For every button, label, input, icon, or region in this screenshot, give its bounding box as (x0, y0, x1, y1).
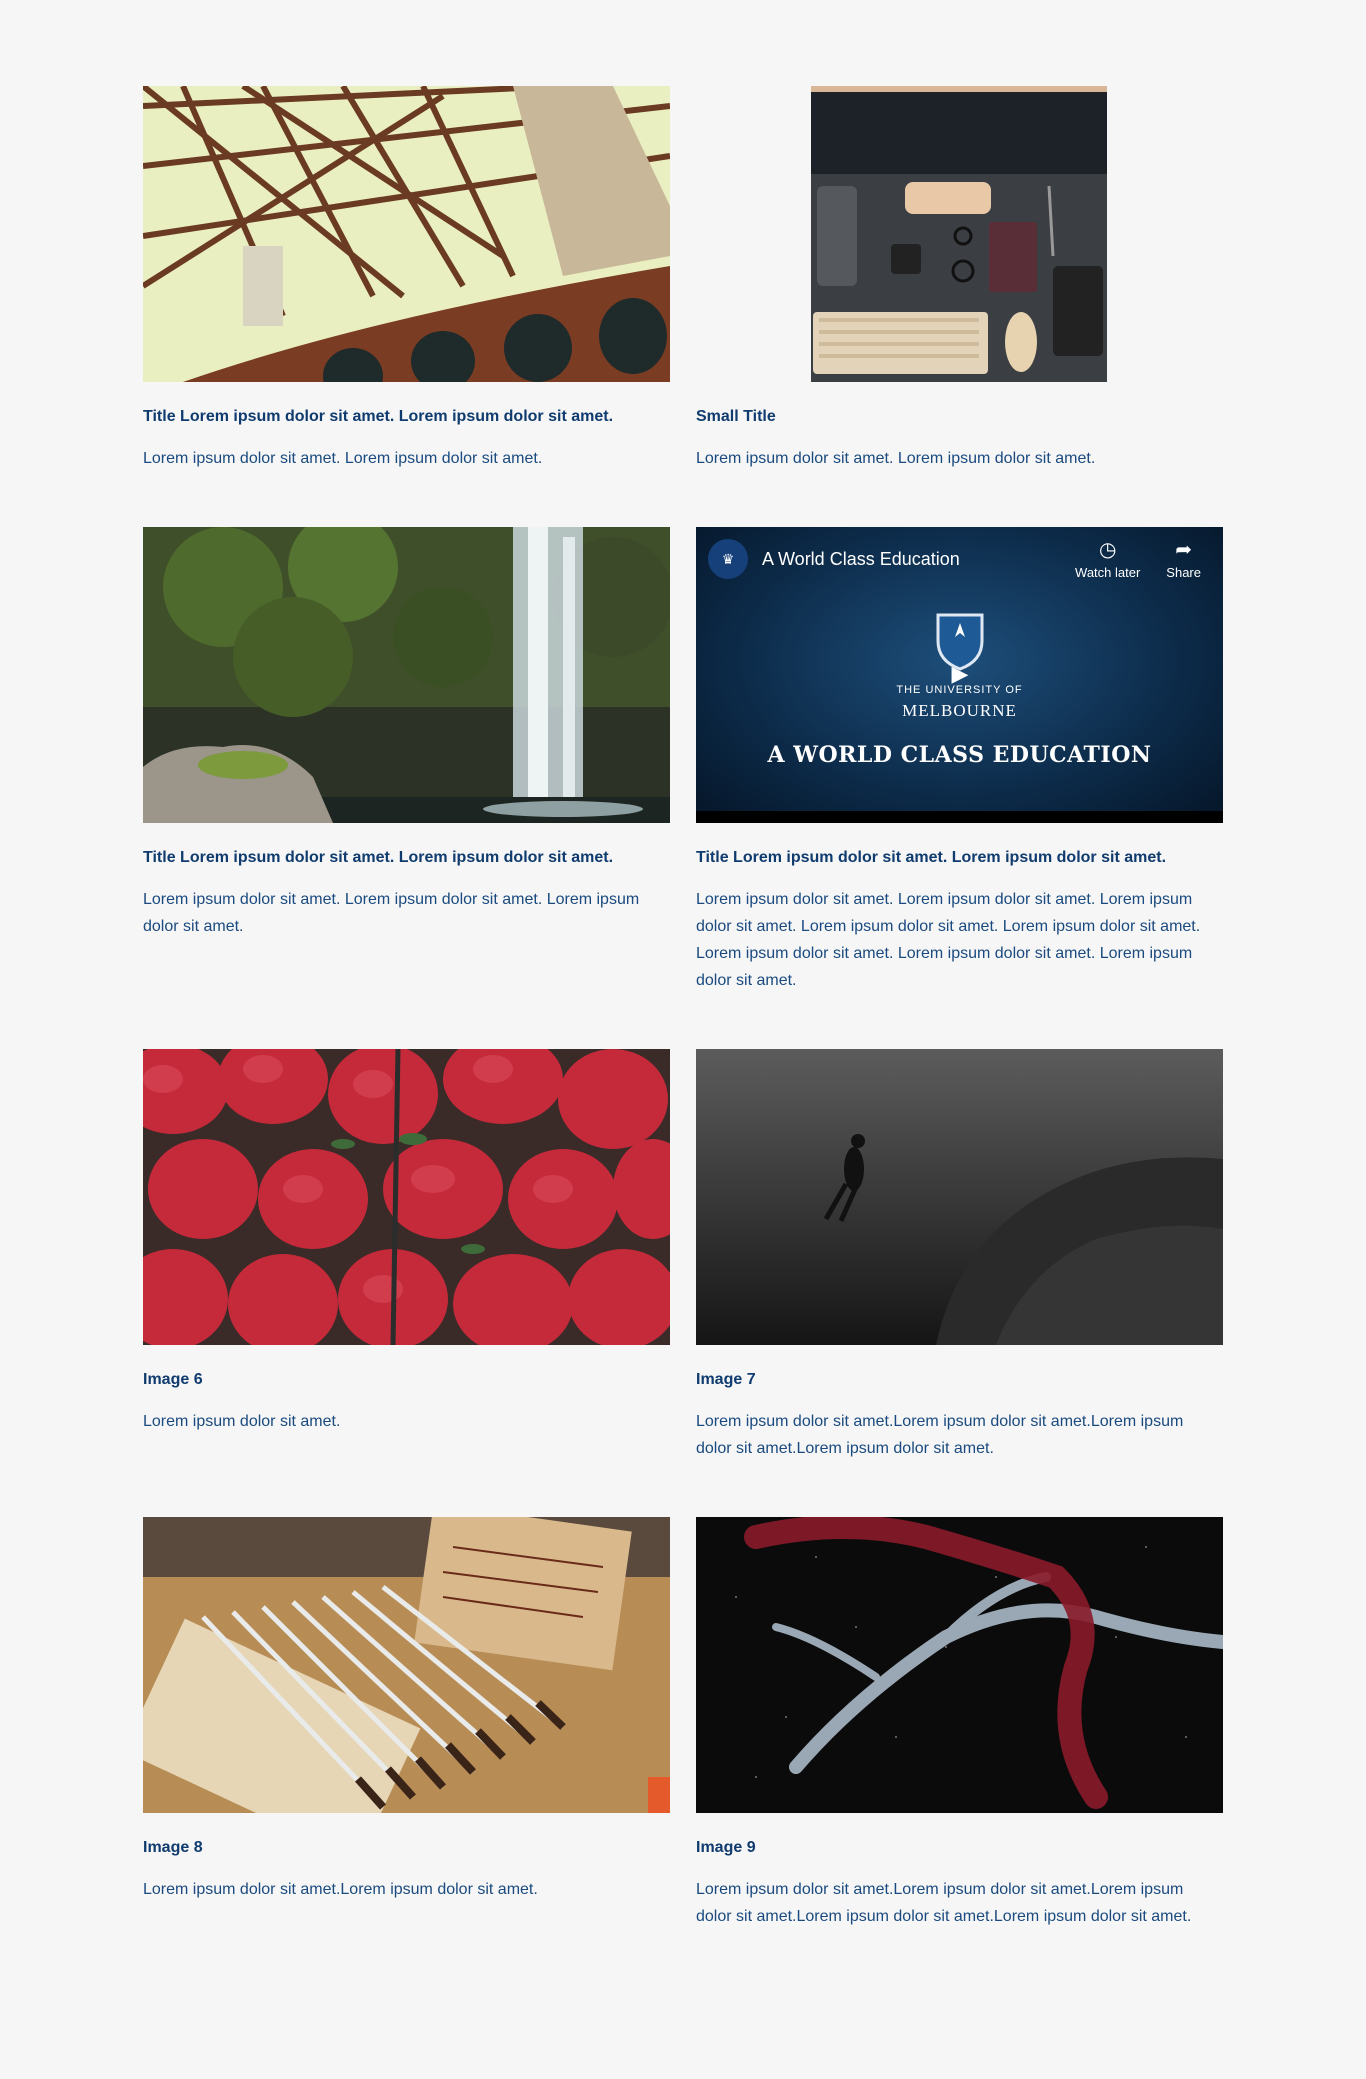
card-title: Image 7 (696, 1371, 756, 1388)
channel-logo-icon[interactable]: ♛ (708, 539, 748, 579)
card-description: Lorem ipsum dolor sit amet. Lorem ipsum … (143, 891, 640, 935)
card-description: Lorem ipsum dolor sit amet. Lorem ipsum … (696, 891, 1201, 989)
card-1: Title Lorem ipsum dolor sit amet. Lorem … (143, 86, 670, 472)
card-grid: Title Lorem ipsum dolor sit amet. Lorem … (143, 86, 1223, 1985)
card-description: Lorem ipsum dolor sit amet.Lorem ipsum d… (143, 1881, 538, 1898)
antler-image[interactable] (696, 1517, 1223, 1813)
share-icon: ➦ (1175, 539, 1193, 561)
card-4: ♛ A World Class Education ◷ Watch later … (696, 527, 1223, 994)
university-line-1: THE UNIVERSITY OF (896, 684, 1023, 696)
card-description: Lorem ipsum dolor sit amet. (143, 1413, 341, 1430)
waterfall-image[interactable] (143, 527, 670, 823)
card-3: Title Lorem ipsum dolor sit amet. Lorem … (143, 527, 670, 994)
university-line-2: MELBOURNE (902, 701, 1017, 720)
video-caption: A WORLD CLASS EDUCATION (767, 742, 1152, 768)
card-6: Image 7 Lorem ipsum dolor sit amet.Lorem… (696, 1049, 1223, 1462)
card-8: Image 9 Lorem ipsum dolor sit amet.Lorem… (696, 1517, 1223, 1930)
clock-icon: ◷ (1098, 539, 1117, 561)
card-title: Small Title (696, 408, 776, 425)
video-header: ♛ A World Class Education (708, 539, 960, 579)
card-title: Title Lorem ipsum dolor sit amet. Lorem … (143, 408, 614, 425)
share-button[interactable]: ➦ Share (1166, 539, 1201, 580)
video-progress-bar[interactable] (696, 811, 1223, 823)
card-description: Lorem ipsum dolor sit amet.Lorem ipsum d… (696, 1413, 1184, 1457)
card-description: Lorem ipsum dolor sit amet. Lorem ipsum … (696, 450, 1096, 467)
card-title: Title Lorem ipsum dolor sit amet. Lorem … (143, 849, 614, 866)
video-actions: ◷ Watch later ➦ Share (1075, 539, 1201, 580)
card-description: Lorem ipsum dolor sit amet. Lorem ipsum … (143, 450, 543, 467)
diver-image[interactable] (696, 1049, 1223, 1345)
strawberries-image[interactable] (143, 1049, 670, 1345)
watch-later-label: Watch later (1075, 565, 1141, 580)
card-title: Image 6 (143, 1371, 203, 1388)
video-title[interactable]: A World Class Education (762, 549, 960, 570)
card-title: Image 9 (696, 1839, 756, 1856)
watch-later-button[interactable]: ◷ Watch later (1075, 539, 1140, 580)
desk-image-frame (696, 86, 1223, 382)
card-title: Image 8 (143, 1839, 203, 1856)
card-title: Title Lorem ipsum dolor sit amet. Lorem … (696, 849, 1167, 866)
card-5: Image 6 Lorem ipsum dolor sit amet. (143, 1049, 670, 1462)
share-label: Share (1166, 565, 1201, 580)
card-2: Small Title Lorem ipsum dolor sit amet. … (696, 86, 1223, 472)
bridge-image[interactable] (143, 86, 670, 382)
tools-image[interactable] (143, 1517, 670, 1813)
card-7: Image 8 Lorem ipsum dolor sit amet.Lorem… (143, 1517, 670, 1930)
desk-image[interactable] (696, 86, 1223, 382)
card-description: Lorem ipsum dolor sit amet.Lorem ipsum d… (696, 1881, 1192, 1925)
video-player[interactable]: ♛ A World Class Education ◷ Watch later … (696, 527, 1223, 823)
